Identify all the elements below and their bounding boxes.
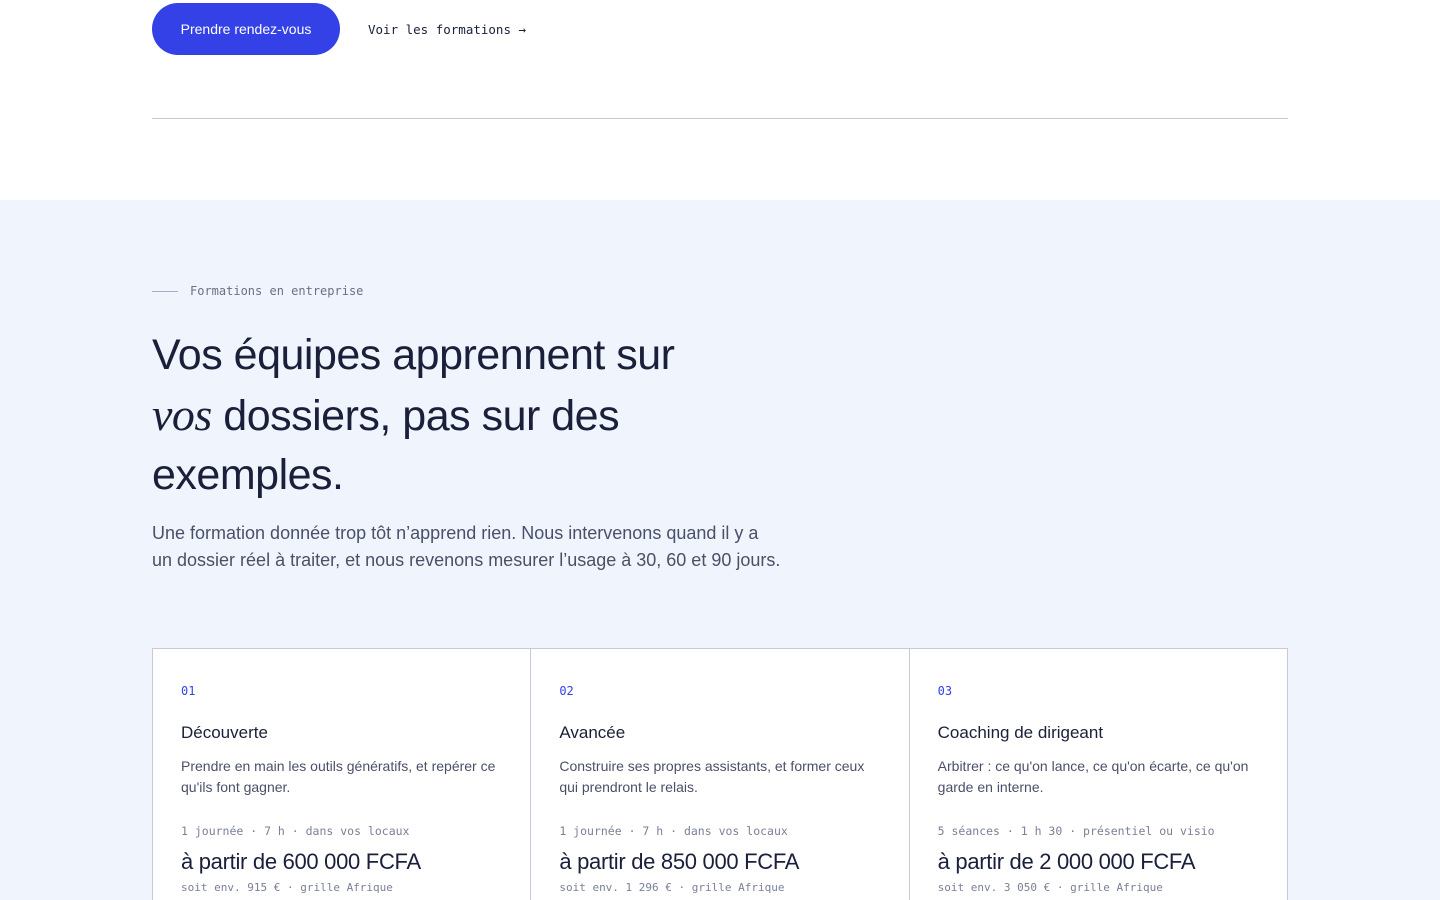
card-description: Prendre en main les outils génératifs, e… <box>181 758 496 795</box>
training-card-discovery[interactable]: 01 Découverte Prendre en main les outils… <box>153 649 532 900</box>
eyebrow: Formations en entreprise <box>152 284 363 298</box>
card-number: 03 <box>937 684 953 698</box>
card-meta: 1 journée · 7 h · dans vos locaux <box>559 824 788 838</box>
card-number: 01 <box>181 684 196 698</box>
book-appointment-button[interactable]: Prendre rendez-vous <box>152 3 340 55</box>
section-lede: Une formation donnée trop tôt n’apprend … <box>152 523 781 570</box>
card-description: Construire ses propres assistants, et fo… <box>559 758 865 795</box>
hero-bottom: Prendre rendez-vous Voir les formations … <box>0 0 1440 200</box>
card-price-equivalent: soit env. 3 050 € · grille Afrique <box>937 881 1163 894</box>
cta-row: Prendre rendez-vous Voir les formations … <box>152 3 526 55</box>
section-headline: Vos équipes apprennent sur vos dossiers, … <box>152 326 772 505</box>
card-price-equivalent: soit env. 915 € · grille Afrique <box>181 881 393 894</box>
corporate-training-section: Formations en entreprise Vos équipes app… <box>0 200 1440 900</box>
card-price: à partir de 2 000 000 FCFA <box>937 849 1196 874</box>
card-description: Arbitrer : ce qu'on lance, ce qu'on écar… <box>937 758 1249 795</box>
divider <box>152 118 1288 119</box>
training-card-executive-coaching[interactable]: 03 Coaching de dirigeant Arbitrer : ce q… <box>910 649 1287 900</box>
card-title: Découverte <box>181 723 268 742</box>
card-price: à partir de 850 000 FCFA <box>559 849 800 874</box>
training-cards: 01 Découverte Prendre en main les outils… <box>152 648 1288 900</box>
eyebrow-rule <box>152 290 178 292</box>
view-trainings-link[interactable]: Voir les formations → <box>368 22 526 37</box>
card-meta: 1 journée · 7 h · dans vos locaux <box>181 824 410 838</box>
card-meta: 5 séances · 1 h 30 · présentiel ou visio <box>937 824 1215 838</box>
card-price: à partir de 600 000 FCFA <box>181 849 421 874</box>
headline-emphasis: vos <box>152 389 212 440</box>
card-title: Avancée <box>559 723 626 742</box>
card-number: 02 <box>559 684 574 698</box>
eyebrow-label: Formations en entreprise <box>190 284 364 298</box>
card-title: Coaching de dirigeant <box>937 723 1104 742</box>
card-price-equivalent: soit env. 1 296 € · grille Afrique <box>559 881 785 894</box>
headline-part1: Vos équipes apprennent sur <box>152 331 675 379</box>
training-card-advanced[interactable]: 02 Avancée Construire ses propres assist… <box>531 649 910 900</box>
headline-part2: dossiers, pas sur des exemples. <box>152 392 620 499</box>
